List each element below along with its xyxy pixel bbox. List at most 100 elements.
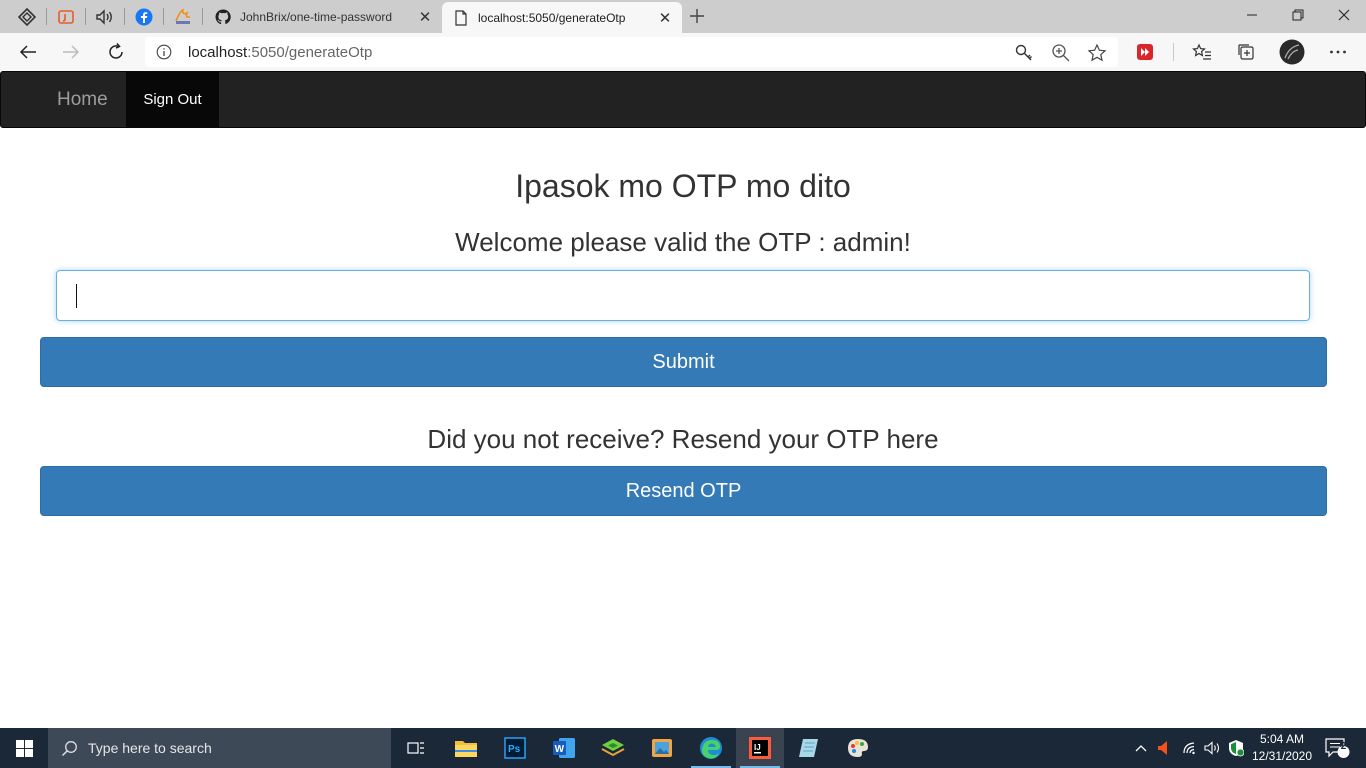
taskbar-intellij[interactable]: IJ: [736, 728, 784, 768]
photoshop-icon: Ps: [504, 737, 526, 759]
task-view-button[interactable]: [392, 728, 440, 768]
nav-sign-out-link[interactable]: Sign Out: [126, 72, 219, 127]
taskbar-paint[interactable]: [834, 728, 882, 768]
avatar-icon: [1279, 39, 1305, 65]
wifi-icon: [1183, 742, 1195, 755]
tab-title: JohnBrix/one-time-password: [240, 9, 393, 24]
page-title: Ipasok mo OTP mo dito: [515, 168, 851, 204]
otp-input[interactable]: [56, 270, 1310, 321]
key-icon[interactable]: [1013, 42, 1035, 64]
back-button[interactable]: [12, 36, 44, 68]
taskbar-search-box[interactable]: Type here to search: [48, 728, 391, 768]
pinned-tab-facebook[interactable]: [126, 4, 162, 29]
submit-button[interactable]: Submit: [40, 337, 1327, 387]
taskbar-clock[interactable]: 5:04 AM 12/31/2020: [1244, 731, 1320, 765]
start-button[interactable]: [0, 728, 48, 768]
welcome-message: Welcome please valid the OTP : admin!: [455, 227, 911, 257]
minimize-icon: [1247, 14, 1257, 16]
collections-button[interactable]: [1234, 40, 1258, 64]
folder-icon: [455, 741, 477, 757]
tab-github[interactable]: JohnBrix/one-time-password ✕: [204, 0, 442, 33]
chevron-up-icon: [1135, 745, 1147, 752]
facebook-icon: [135, 8, 153, 25]
page-icon: [452, 9, 470, 27]
tray-media-icon[interactable]: [1153, 728, 1173, 768]
volume-button[interactable]: [1202, 728, 1224, 768]
windows-icon: [15, 739, 33, 757]
arrow-right-icon: [63, 45, 80, 59]
tab-generate-otp[interactable]: localhost:5050/generateOtp ✕: [442, 2, 682, 33]
tab-strip: JohnBrix/one-time-password ✕ localhost:5…: [0, 0, 1366, 33]
profile-avatar[interactable]: [1279, 39, 1305, 65]
pinned-tab-jsf[interactable]: [48, 4, 84, 29]
volume-icon: [1204, 741, 1220, 755]
restore-button[interactable]: [1275, 0, 1321, 30]
paint-palette-icon: [848, 739, 868, 757]
phpmyadmin-icon: [175, 8, 191, 24]
url-path: :5050/generateOtp: [247, 44, 373, 61]
refresh-button[interactable]: [100, 36, 132, 68]
notes-icon: [799, 739, 818, 757]
favorites-button[interactable]: [1190, 40, 1214, 64]
minimize-button[interactable]: [1229, 0, 1275, 30]
pinned-tab-extension[interactable]: [9, 4, 45, 29]
resend-prompt: Did you not receive? Resend your OTP her…: [427, 424, 939, 454]
taskbar-file-explorer[interactable]: [442, 728, 490, 768]
close-icon: [1338, 9, 1350, 21]
settings-menu-button[interactable]: [1326, 40, 1350, 64]
intellij-icon: IJ: [749, 737, 771, 759]
jsf-icon: [58, 9, 74, 24]
shield-icon: [1229, 740, 1244, 757]
favorites-list-icon: [1192, 43, 1211, 60]
taskbar-photoshop[interactable]: Ps: [491, 728, 539, 768]
resend-otp-button[interactable]: Resend OTP: [40, 466, 1327, 516]
favorite-star-icon[interactable]: [1086, 42, 1108, 64]
forward-button[interactable]: [55, 36, 87, 68]
more-options-icon: [1330, 50, 1346, 54]
url-text[interactable]: localhost:5050/generateOtp: [188, 44, 372, 61]
zoom-in-icon[interactable]: [1050, 42, 1072, 64]
clock-time: 5:04 AM: [1259, 732, 1305, 746]
search-placeholder: Type here to search: [88, 740, 212, 756]
info-icon[interactable]: [155, 43, 173, 61]
media-extension-icon: [1158, 741, 1167, 755]
pinned-tab-audio[interactable]: [87, 4, 123, 29]
taskbar-word[interactable]: W: [540, 728, 588, 768]
svg-text:IJ: IJ: [754, 743, 761, 752]
taskbar: Type here to search Ps W IJ 5:04 AM 12/3…: [0, 728, 1366, 768]
arrow-left-icon: [19, 45, 36, 59]
refresh-icon: [109, 43, 123, 59]
close-window-button[interactable]: [1321, 0, 1366, 30]
svg-text:W: W: [555, 744, 565, 755]
task-view-icon: [407, 742, 424, 754]
close-tab-icon[interactable]: ✕: [414, 6, 436, 28]
network-button[interactable]: [1179, 728, 1201, 768]
plus-icon: [690, 9, 704, 23]
url-host: localhost: [188, 44, 248, 61]
word-icon: W: [553, 738, 575, 758]
taskbar-app-stack[interactable]: [589, 728, 637, 768]
action-center-button[interactable]: 2: [1320, 728, 1354, 768]
restore-icon: [1292, 9, 1304, 21]
taskbar-image-viewer[interactable]: [638, 728, 686, 768]
show-hidden-icons-button[interactable]: [1131, 728, 1151, 768]
diamond-extension-icon: [18, 7, 36, 26]
pinned-tab-phpmyadmin[interactable]: [165, 4, 201, 29]
nav-home-link[interactable]: Home: [41, 72, 124, 127]
notification-count: 2: [1340, 741, 1347, 752]
search-icon: [61, 740, 77, 756]
security-button[interactable]: [1226, 728, 1246, 768]
extension-button[interactable]: [1133, 40, 1157, 64]
new-tab-button[interactable]: [684, 4, 710, 28]
collections-icon: [1238, 44, 1254, 60]
address-bar[interactable]: localhost:5050/generateOtp: [145, 37, 1118, 67]
taskbar-edge[interactable]: [687, 728, 735, 768]
taskbar-notes[interactable]: [785, 728, 833, 768]
close-tab-icon[interactable]: ✕: [654, 7, 676, 29]
media-extension-icon: [1137, 44, 1153, 60]
tab-title: localhost:5050/generateOtp: [478, 10, 626, 25]
github-icon: [214, 8, 232, 26]
site-navbar: Home Sign Out: [0, 71, 1366, 128]
speaker-icon: [96, 8, 112, 25]
clock-date: 12/31/2020: [1251, 749, 1313, 763]
